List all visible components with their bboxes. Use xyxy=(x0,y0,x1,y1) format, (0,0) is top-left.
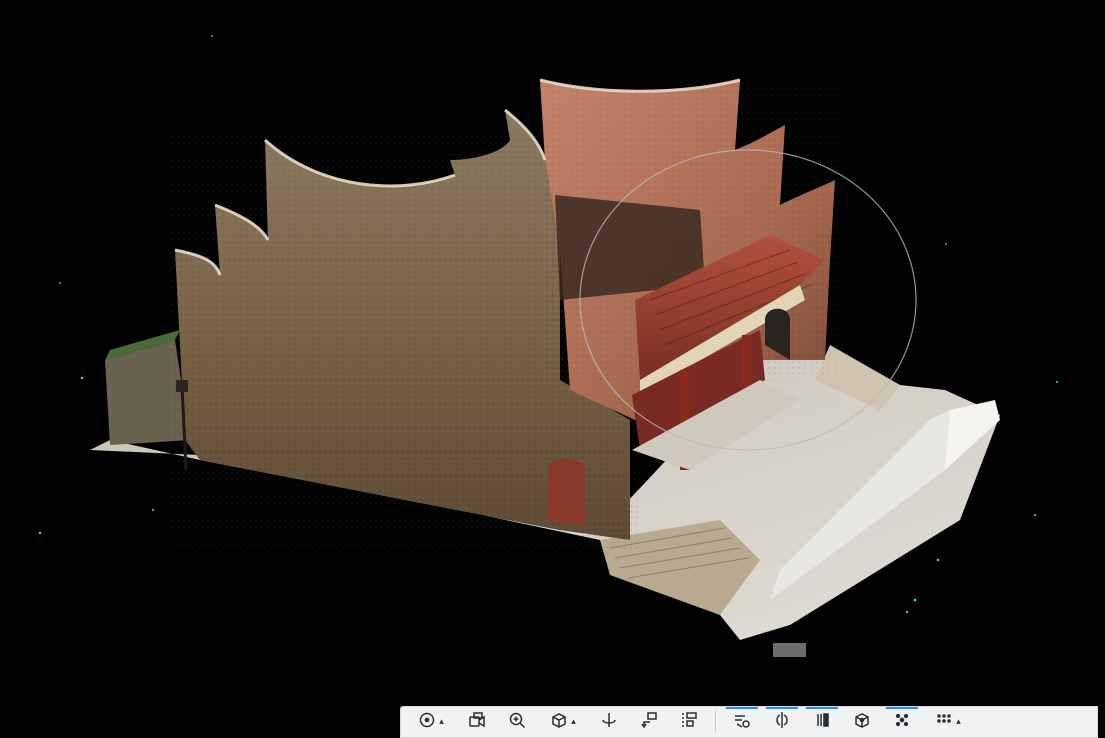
dropdown-caret-icon: ▴ xyxy=(956,716,961,727)
active-indicator xyxy=(726,707,758,709)
grid-more-button[interactable]: ▴ xyxy=(922,707,974,737)
camera-icon xyxy=(468,711,486,733)
box-button[interactable] xyxy=(842,707,882,737)
rotate-axis-icon xyxy=(600,711,618,733)
zoom-button[interactable] xyxy=(497,707,537,737)
dropdown-caret-icon: ▴ xyxy=(439,716,444,727)
point-cloud-scene[interactable] xyxy=(0,0,1105,738)
flip-button[interactable] xyxy=(629,707,669,737)
section-icon xyxy=(813,711,831,733)
points-button[interactable] xyxy=(882,707,922,737)
align-button[interactable] xyxy=(669,707,709,737)
zoom-icon xyxy=(508,711,526,733)
clip-tool-icon xyxy=(733,711,751,733)
cube-view-button[interactable]: ▴ xyxy=(537,707,589,737)
clip-tool-button[interactable] xyxy=(722,707,762,737)
flip-icon xyxy=(640,711,658,733)
split-button[interactable] xyxy=(762,707,802,737)
arched-door xyxy=(548,458,585,525)
active-indicator xyxy=(806,707,838,709)
align-icon xyxy=(680,711,698,733)
active-indicator xyxy=(766,707,798,709)
rotate-axis-button[interactable] xyxy=(589,707,629,737)
target-button[interactable]: ▴ xyxy=(405,707,457,737)
target-icon xyxy=(418,711,436,733)
dropdown-caret-icon: ▴ xyxy=(571,716,576,727)
grid-more-icon xyxy=(935,711,953,733)
active-indicator xyxy=(886,707,918,709)
view-toolbar: ▴ ▴ ▴ xyxy=(400,706,1098,738)
split-icon xyxy=(773,711,791,733)
camera-button[interactable] xyxy=(457,707,497,737)
cube-view-icon xyxy=(550,711,568,733)
box-icon xyxy=(853,711,871,733)
toolbar-separator xyxy=(715,711,716,733)
point-cloud-viewport[interactable]: ▴ ▴ ▴ xyxy=(0,0,1105,738)
points-icon xyxy=(893,711,911,733)
section-button[interactable] xyxy=(802,707,842,737)
